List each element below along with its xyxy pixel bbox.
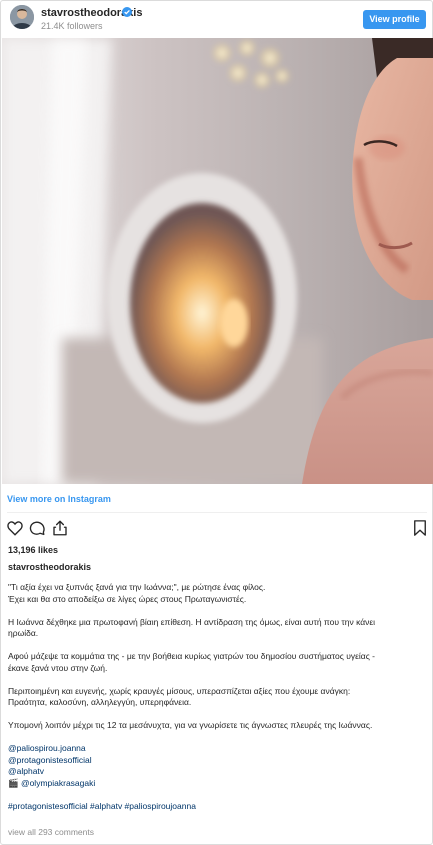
caption-line: ηρωίδα. xyxy=(8,628,39,638)
caption-username[interactable]: stavrostheodorakis xyxy=(8,562,91,572)
post-photo[interactable] xyxy=(2,38,433,484)
mention-link[interactable]: @paliospirou.joanna xyxy=(8,743,86,753)
view-profile-button[interactable]: View profile xyxy=(363,10,426,29)
post-header: stavrostheodorakis 21.4K followers View … xyxy=(1,1,432,38)
heart-icon[interactable] xyxy=(6,519,24,537)
mention-link[interactable]: @alphatv xyxy=(8,766,44,776)
view-all-comments-link[interactable]: view all 293 comments xyxy=(8,827,94,837)
post-caption: "Τι αξία έχει να ξυπνάς ξανά για την Ιωά… xyxy=(8,582,428,812)
clapperboard-icon: 🎬 xyxy=(8,777,21,788)
like-count[interactable]: 13,196 likes xyxy=(8,545,58,555)
view-more-link[interactable]: View more on Instagram xyxy=(7,494,111,504)
follower-count: 21.4K followers xyxy=(41,21,103,31)
caption-line: Αφού μάζεψε τα κομμάτια της - με την βοή… xyxy=(8,651,375,661)
bookmark-icon[interactable] xyxy=(411,519,429,537)
caption-line: Έχει και θα στο αποδείξω σε λίγες ώρες σ… xyxy=(8,593,247,604)
caption-line: έκανε ξανά ντου στην ζωή. xyxy=(8,662,108,673)
caption-line: Υπομονή λοιπόν μέχρι τις 12 τα μεσάνυχτα… xyxy=(8,720,373,730)
caption-line: Η Ιωάννα δέχθηκε μια πρωτοφανή βίαιη επί… xyxy=(8,616,376,627)
mention-link[interactable]: @protagonistesofficial xyxy=(8,755,92,765)
divider xyxy=(7,512,427,513)
caption-line: Περιποιημένη και ευγενής, χωρίς κραυγές … xyxy=(8,685,351,696)
hashtag-links[interactable]: #protagonistesofficial #alphatv #paliosp… xyxy=(8,801,196,811)
verified-badge-icon xyxy=(122,7,132,17)
avatar[interactable] xyxy=(10,5,34,29)
caption-line: "Τι αξία έχει να ξυπνάς ξανά για την Ιωά… xyxy=(8,582,266,592)
caption-line: Πραότητα, καλοσύνη, αλληλεγγύη, υπερηφάν… xyxy=(8,697,192,707)
action-bar xyxy=(1,517,432,541)
share-icon[interactable] xyxy=(51,519,69,537)
instagram-embed-card: stavrostheodorakis 21.4K followers View … xyxy=(0,0,433,845)
mention-link[interactable]: @olympiakrasagaki xyxy=(21,778,95,788)
comment-icon[interactable] xyxy=(28,519,46,537)
